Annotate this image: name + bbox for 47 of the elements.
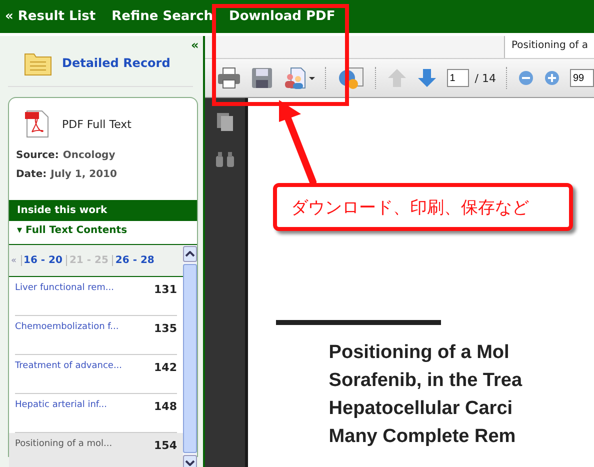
- source-value: Oncology: [62, 150, 116, 161]
- nav-link[interactable]: Refine Search: [112, 9, 214, 24]
- binoculars-icon[interactable]: [214, 152, 235, 168]
- document-title-line: Sorafenib, in the Trea: [328, 369, 524, 393]
- zoom-out-icon[interactable]: [518, 70, 534, 86]
- pdf-file-icon: [24, 110, 50, 138]
- globe-document-icon[interactable]: [336, 66, 365, 90]
- page-number: 154: [154, 439, 177, 452]
- page-total: / 14: [474, 72, 496, 84]
- scroll-up-icon[interactable]: [183, 246, 197, 262]
- annotation-callout: ダウンロード、印刷、保存など: [273, 183, 573, 231]
- pages-icon[interactable]: [216, 112, 234, 132]
- print-icon[interactable]: [216, 67, 241, 89]
- contents-item[interactable]: Positioning of a mol... 154: [9, 433, 183, 467]
- date-label: Date:: [16, 169, 47, 180]
- contents-item[interactable]: Treatment of advance... 142: [15, 355, 177, 394]
- page-number-field[interactable]: 1: [446, 69, 469, 87]
- page-range-link[interactable]: 16 - 20: [20, 255, 62, 266]
- contents-title: Hepatic arterial inf...: [15, 400, 108, 410]
- contents-title: Chemoembolization f...: [15, 322, 120, 332]
- nav-link[interactable]: « Result List: [5, 9, 96, 24]
- pdf-full-text-link[interactable]: PDF Full Text: [62, 118, 132, 130]
- page-number: 135: [154, 322, 177, 335]
- source-label: Source:: [16, 150, 59, 161]
- page-number: 148: [154, 400, 177, 413]
- detailed-record-link[interactable]: Detailed Record: [62, 56, 170, 70]
- collapse-link[interactable]: «: [191, 38, 199, 52]
- date-value: July 1, 2010: [50, 169, 117, 180]
- scroll-down-icon[interactable]: [183, 455, 197, 467]
- document-title-line: Positioning of a Mol: [328, 341, 510, 365]
- down-arrow-icon[interactable]: [416, 68, 437, 88]
- document-tab[interactable]: Positioning of a: [504, 36, 594, 58]
- nav-link[interactable]: Download PDF: [229, 9, 336, 24]
- page-number: 131: [154, 283, 177, 296]
- page-range-link[interactable]: 26 - 28: [112, 255, 154, 266]
- contents-item[interactable]: Chemoembolization f... 135: [15, 316, 177, 355]
- document-title-line: Many Complete Rem: [328, 425, 517, 449]
- contents-title: Positioning of a mol...: [15, 439, 114, 449]
- page-number: 142: [154, 361, 177, 374]
- contents-title: Treatment of advance...: [15, 361, 124, 371]
- contents-item[interactable]: Liver functional rem... 131: [15, 277, 177, 316]
- zoom-field[interactable]: 99: [570, 69, 594, 87]
- document-title-line: Hepatocellular Carci: [328, 397, 514, 421]
- section-header: Inside this work: [9, 200, 197, 221]
- contents-title: Liver functional rem...: [15, 283, 115, 293]
- zoom-in-icon[interactable]: [544, 70, 560, 86]
- people-document-icon[interactable]: [282, 67, 315, 89]
